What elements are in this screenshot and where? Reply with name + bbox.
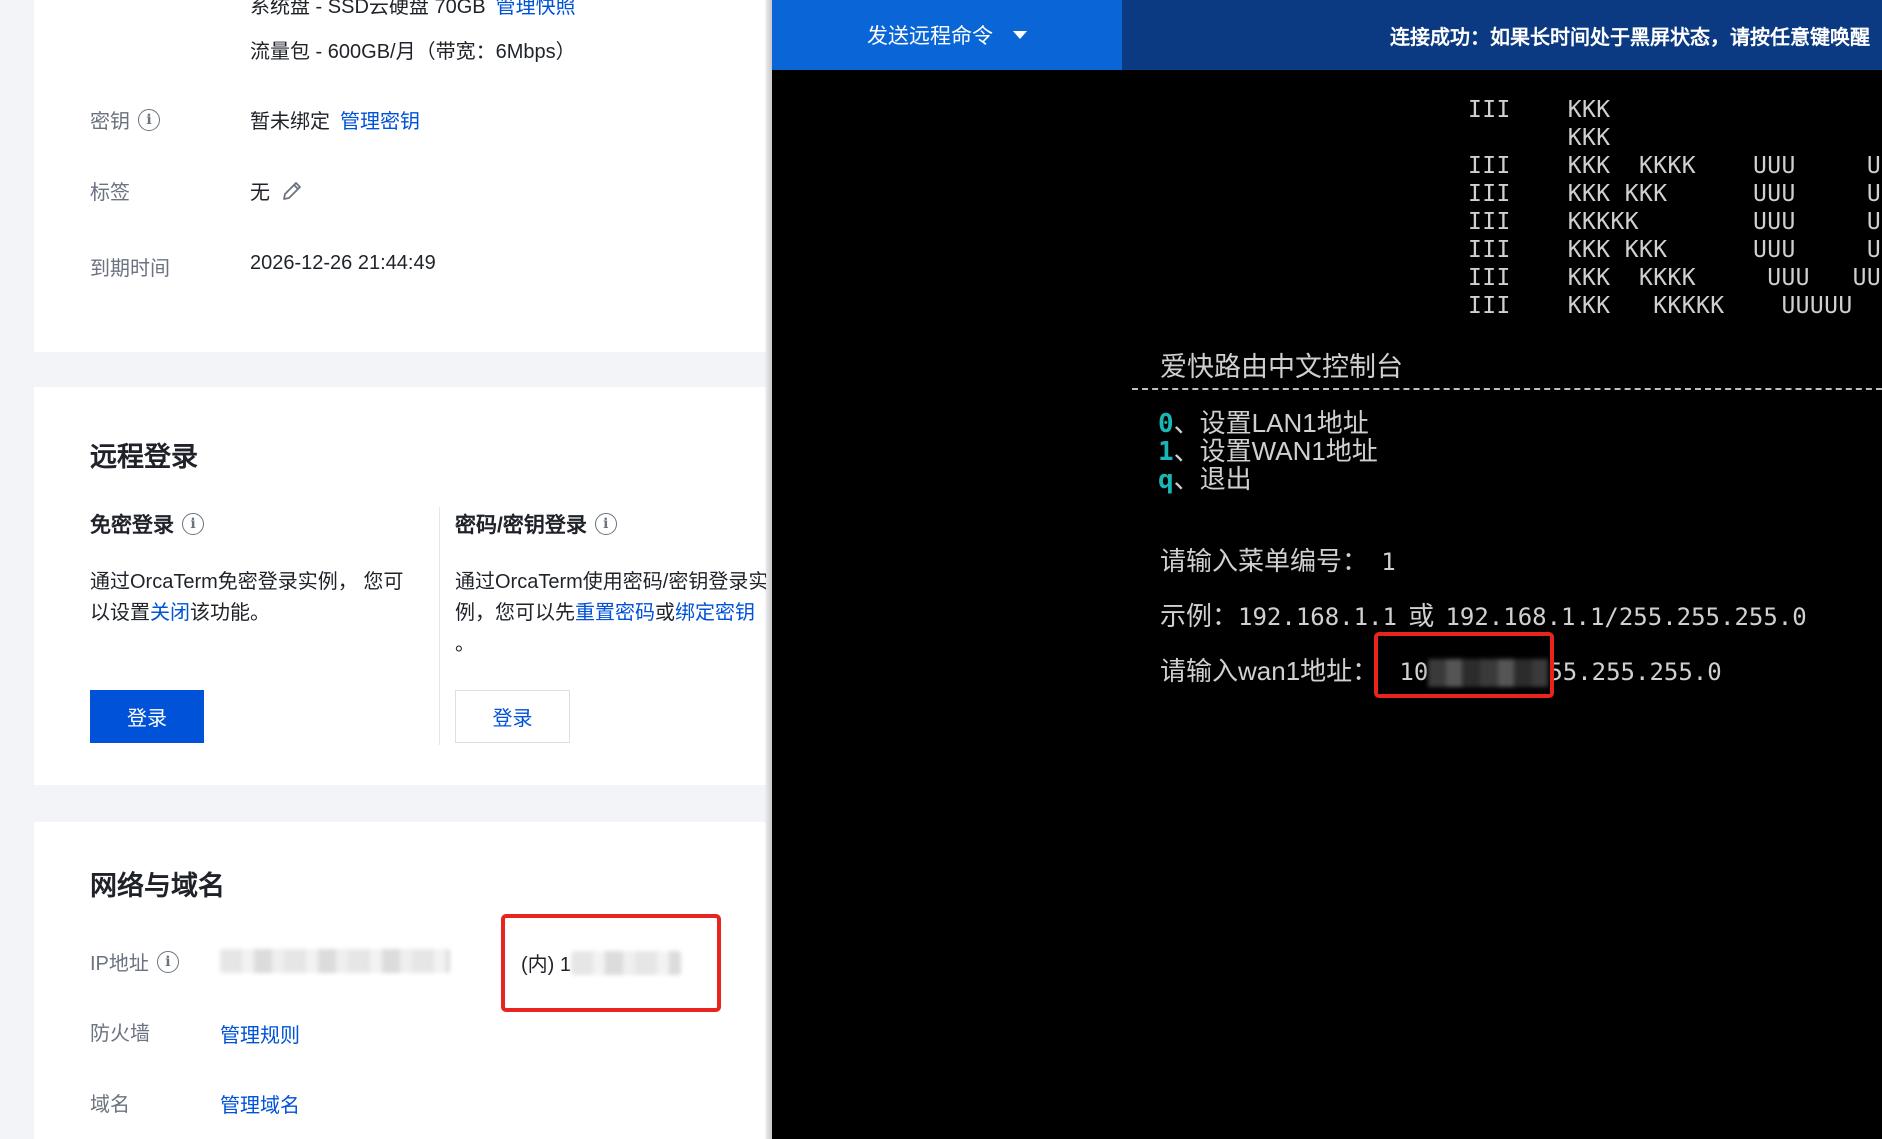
menu-item-quit: q、退出 <box>1158 459 1252 496</box>
tag-label-text: 标签 <box>90 182 130 204</box>
public-ip-redacted <box>220 949 450 973</box>
password-login-desc-line2: 例，您可以先重置密码或绑定密钥 <box>455 598 766 629</box>
terminal-toolbar: 发送远程命令 连接成功：如果长时间处于黑屏状态，请按任意键唤醒 <box>772 0 1882 70</box>
public-ip-value <box>220 949 450 973</box>
password-login-description: 通过OrcaTerm使用密码/密钥登录实 例，您可以先重置密码或绑定密钥 。 <box>455 567 766 660</box>
info-icon[interactable]: i <box>594 513 617 535</box>
example-label: 示例： <box>1160 601 1239 631</box>
free-login-desc-line1: 通过OrcaTerm免密登录实例， 您可 <box>90 571 404 593</box>
traffic-pack-row: 流量包 - 600GB/月（带宽：6Mbps） <box>250 35 576 64</box>
terminal-window[interactable]: 发送远程命令 连接成功：如果长时间处于黑屏状态，请按任意键唤醒 III KKK … <box>772 0 1882 1139</box>
disable-free-login-link[interactable]: 关闭 <box>150 602 190 624</box>
reset-password-link[interactable]: 重置密码 <box>575 602 655 624</box>
firewall-label: 防火墙 <box>90 1017 150 1046</box>
instance-info-card: 系统盘 - SSD云硬盘 70GB 管理快照 流量包 - 600GB/月（带宽：… <box>34 0 766 352</box>
domain-value-row: 管理域名 <box>220 1089 300 1118</box>
password-login-title: 密码/密钥登录 i <box>455 509 617 539</box>
firewall-value-row: 管理规则 <box>220 1019 300 1048</box>
key-value-row: 暂未绑定 管理密钥 <box>250 105 420 134</box>
tag-value-row: 无 <box>250 176 304 205</box>
manage-domain-link[interactable]: 管理域名 <box>220 1089 300 1118</box>
example-value-2: 192.168.1.1/255.255.255.0 <box>1445 603 1807 631</box>
expire-value: 2026-12-26 21:44:49 <box>250 252 436 274</box>
key-value: 暂未绑定 <box>250 111 330 133</box>
domain-label: 域名 <box>90 1088 130 1117</box>
expire-value-row: 2026-12-26 21:44:49 <box>250 252 436 275</box>
ip-label: IP地址 i <box>90 947 179 976</box>
manage-key-link[interactable]: 管理密钥 <box>340 105 420 134</box>
ikuai-ascii-logo: III KKK KKK III KKK KKKK UUU UUU III KKK… <box>1468 97 1882 319</box>
traffic-pack-text: 流量包 - 600GB/月（带宽：6Mbps） <box>250 41 576 63</box>
wan1-prompt-label: 请输入wan1地址： <box>1160 656 1379 686</box>
manage-rules-link[interactable]: 管理规则 <box>220 1019 300 1048</box>
menu-number-prompt: 请输入菜单编号： 1 <box>1160 541 1396 578</box>
free-login-desc-suffix: 该功能。 <box>190 602 270 624</box>
info-icon[interactable]: i <box>182 513 204 535</box>
chevron-down-icon <box>1013 31 1027 39</box>
menu-number-input-value: 1 <box>1381 548 1396 576</box>
tag-value: 无 <box>250 182 270 204</box>
menu-text: 、退出 <box>1173 464 1252 494</box>
password-login-desc-line1: 通过OrcaTerm使用密码/密钥登录实 <box>455 571 766 593</box>
bind-key-link[interactable]: 绑定密钥 <box>675 602 755 624</box>
panel-shadow <box>764 0 772 1139</box>
key-label-text: 密钥 <box>90 111 130 133</box>
example-or: 或 <box>1408 601 1435 631</box>
free-login-title-text: 免密登录 <box>90 514 174 537</box>
network-title: 网络与域名 <box>90 871 225 901</box>
info-icon[interactable]: i <box>138 108 160 131</box>
firewall-label-text: 防火墙 <box>90 1023 150 1045</box>
wan1-address-highlight <box>1374 632 1554 698</box>
password-login-button[interactable]: 登录 <box>455 690 570 743</box>
expire-label: 到期时间 <box>90 252 170 281</box>
free-login-title: 免密登录 i <box>90 509 204 539</box>
wan1-value-suffix: 55.255.255.0 <box>1548 658 1722 686</box>
ip-label-text: IP地址 <box>90 953 149 975</box>
or-text: 或 <box>655 602 675 624</box>
manage-snapshot-link[interactable]: 管理快照 <box>496 0 576 19</box>
free-login-desc-prefix: 以设置 <box>90 602 150 624</box>
instance-detail-panel: 系统盘 - SSD云硬盘 70GB 管理快照 流量包 - 600GB/月（带宽：… <box>0 0 766 1139</box>
free-login-button[interactable]: 登录 <box>90 690 204 743</box>
login-divider <box>439 507 440 745</box>
connection-status-message: 连接成功：如果长时间处于黑屏状态，请按任意键唤醒 <box>1390 26 1870 49</box>
menu-number-prompt-label: 请输入菜单编号： <box>1160 546 1369 576</box>
password-login-title-text: 密码/密钥登录 <box>455 514 587 537</box>
password-login-desc-line3: 。 <box>455 633 475 655</box>
console-title: 爱快路由中文控制台 <box>1160 352 1403 382</box>
free-login-description: 通过OrcaTerm免密登录实例， 您可 以设置关闭该功能。 <box>90 567 430 629</box>
edit-pencil-icon[interactable] <box>280 179 304 203</box>
separator-line <box>1132 388 1882 390</box>
expire-label-text: 到期时间 <box>90 258 170 280</box>
send-remote-command-label: 发送远程命令 <box>867 25 993 48</box>
remote-login-title: 远程登录 <box>90 442 198 472</box>
password-login-desc-prefix: 例，您可以先 <box>455 602 575 624</box>
remote-login-card: 远程登录 免密登录 i 通过OrcaTerm免密登录实例， 您可 以设置关闭该功… <box>34 387 766 785</box>
key-label: 密钥 i <box>90 105 160 134</box>
free-login-desc-line2: 以设置关闭该功能。 <box>90 598 430 629</box>
send-remote-command-dropdown[interactable]: 发送远程命令 <box>772 0 1122 70</box>
info-icon[interactable]: i <box>156 950 179 973</box>
example-value-1: 192.168.1.1 <box>1238 603 1397 631</box>
private-ip-highlight <box>501 914 721 1012</box>
domain-label-text: 域名 <box>90 1094 130 1116</box>
system-disk-row: 系统盘 - SSD云硬盘 70GB 管理快照 <box>250 0 576 19</box>
example-line: 示例：192.168.1.1 或 192.168.1.1/255.255.255… <box>1160 596 1807 633</box>
tag-label: 标签 <box>90 176 130 205</box>
system-disk-text: 系统盘 - SSD云硬盘 70GB <box>250 0 486 18</box>
menu-key: q <box>1158 465 1174 495</box>
